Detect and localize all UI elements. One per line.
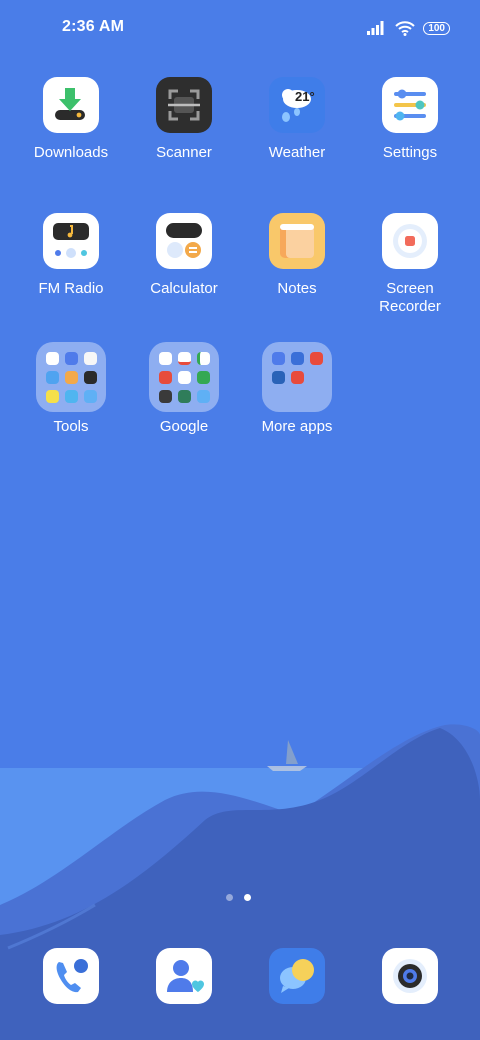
fm-radio-icon [43,213,99,269]
folder-google[interactable]: Google [128,342,240,436]
app-calculator[interactable]: Calculator [128,213,240,298]
app-fm-radio[interactable]: FM Radio [15,213,127,298]
downloads-icon [43,77,99,133]
page-dot-1[interactable] [226,894,233,901]
notes-icon [269,213,325,269]
page-dot-2-active[interactable] [244,894,251,901]
weather-temp: 21° [295,89,315,104]
screen-recorder-icon [382,213,438,269]
folder-icon [262,342,332,412]
app-scanner[interactable]: Scanner [128,77,240,162]
dock-camera[interactable] [382,948,438,1004]
calculator-icon [156,213,212,269]
app-settings[interactable]: Settings [354,77,466,162]
status-time: 2:36 AM [62,18,125,35]
app-label: Weather [268,144,326,161]
app-label: FM Radio [38,280,104,297]
page-indicator[interactable] [226,894,251,901]
app-screen-recorder[interactable]: Screen Recorder [354,213,466,316]
dock-phone[interactable] [43,948,99,1004]
folder-label: Google [159,418,209,435]
folder-label: Tools [53,418,89,435]
phone-icon [43,948,99,1004]
app-downloads[interactable]: Downloads [15,77,127,162]
app-label: Notes [277,280,317,297]
status-bar: 2:36 AM 100 [0,0,480,56]
app-notes[interactable]: Notes [241,213,353,298]
app-label: Scanner [156,144,212,161]
folder-icon [149,342,219,412]
app-weather[interactable]: 21° Weather [241,77,353,162]
dock-contacts[interactable] [156,948,212,1004]
folder-icon [36,342,106,412]
app-label: Settings [382,144,438,161]
weather-icon: 21° [269,77,325,133]
app-label: Calculator [150,280,218,297]
folder-more-apps[interactable]: More apps [241,342,353,436]
folder-label: More apps [261,418,333,435]
messages-icon [269,948,325,1004]
wifi-icon [395,20,416,36]
scanner-icon [156,77,212,133]
settings-icon [382,77,438,133]
battery-icon: 100 [423,21,450,35]
dock-messages[interactable] [269,948,325,1004]
folder-tools[interactable]: Tools [15,342,127,436]
app-label: Screen Recorder [379,280,441,315]
app-label: Downloads [33,144,109,161]
status-icons: 100 [367,18,450,38]
signal-icon [367,21,384,35]
contacts-icon [156,948,212,1004]
camera-icon [382,948,438,1004]
